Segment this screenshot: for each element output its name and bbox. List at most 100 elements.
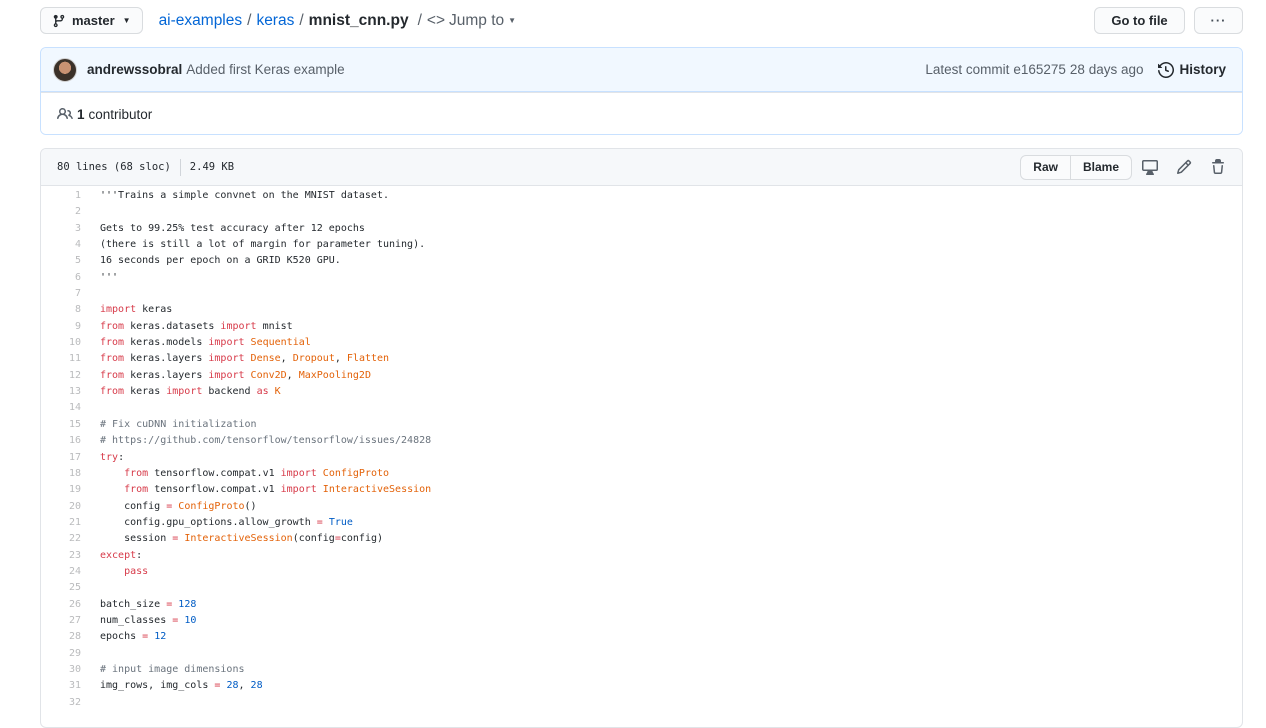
line-content: from keras.datasets import mnist bbox=[81, 319, 293, 335]
line-number[interactable]: 23 bbox=[41, 548, 81, 564]
line-content: img_rows, img_cols = 28, 28 bbox=[81, 678, 263, 694]
line-number[interactable]: 14 bbox=[41, 400, 81, 416]
line-number[interactable]: 12 bbox=[41, 368, 81, 384]
breadcrumb: ai-examples / keras / mnist_cnn.py / <> … bbox=[159, 12, 517, 30]
line-number[interactable]: 15 bbox=[41, 417, 81, 433]
commit-age: 28 days ago bbox=[1069, 62, 1144, 77]
file-navigation: master ▼ ai-examples / keras / mnist_cnn… bbox=[40, 7, 1243, 34]
line-number[interactable]: 10 bbox=[41, 335, 81, 351]
commit-author-link[interactable]: andrewssobral bbox=[87, 62, 182, 77]
caret-down-icon: ▼ bbox=[508, 16, 517, 25]
code-token: Sequential bbox=[250, 337, 311, 349]
code-token: ConfigProto bbox=[322, 467, 390, 479]
line-number[interactable]: 25 bbox=[41, 580, 81, 596]
line-number[interactable]: 3 bbox=[41, 221, 81, 237]
blame-button[interactable]: Blame bbox=[1070, 154, 1132, 180]
code-line: 20 config = ConfigProto() bbox=[41, 499, 1242, 515]
line-number[interactable]: 2 bbox=[41, 204, 81, 220]
code-token: from bbox=[100, 353, 125, 365]
line-number[interactable]: 13 bbox=[41, 384, 81, 400]
code-token: mnist bbox=[256, 320, 293, 332]
code-line: 9 from keras.datasets import mnist bbox=[41, 319, 1242, 335]
branch-name: master bbox=[72, 13, 115, 28]
code-line: 24 pass bbox=[41, 564, 1242, 580]
line-number[interactable]: 20 bbox=[41, 499, 81, 515]
line-number[interactable]: 27 bbox=[41, 613, 81, 629]
line-content: from keras import backend as K bbox=[81, 384, 281, 400]
code-token: except bbox=[100, 549, 137, 561]
trash-icon[interactable] bbox=[1210, 159, 1226, 175]
breadcrumb-current-file: mnist_cnn.py bbox=[308, 11, 409, 29]
avatar[interactable] bbox=[53, 57, 77, 82]
go-to-file-button[interactable]: Go to file bbox=[1094, 7, 1185, 34]
code-token: img_rows, img_cols bbox=[100, 680, 215, 692]
line-number[interactable]: 28 bbox=[41, 629, 81, 645]
history-link[interactable]: History bbox=[1158, 61, 1226, 78]
line-number[interactable]: 32 bbox=[41, 695, 81, 711]
code-token: ''' bbox=[100, 271, 119, 283]
code-token: backend bbox=[202, 386, 257, 398]
line-content bbox=[81, 204, 100, 220]
raw-button[interactable]: Raw bbox=[1020, 154, 1071, 180]
breadcrumb-folder-link[interactable]: keras bbox=[256, 12, 294, 30]
more-options-button[interactable]: ··· bbox=[1194, 7, 1243, 34]
line-number[interactable]: 21 bbox=[41, 515, 81, 531]
line-number[interactable]: 26 bbox=[41, 597, 81, 613]
branch-select-button[interactable]: master ▼ bbox=[40, 7, 143, 34]
code-token: (there is still a lot of margin for para… bbox=[100, 239, 426, 251]
line-number[interactable]: 30 bbox=[41, 662, 81, 678]
pencil-icon[interactable] bbox=[1176, 159, 1192, 175]
code-line: 14 bbox=[41, 400, 1242, 416]
code-token: : bbox=[136, 549, 143, 561]
line-number[interactable]: 5 bbox=[41, 253, 81, 269]
code-line: 29 bbox=[41, 646, 1242, 662]
line-content: from keras.layers import Conv2D, MaxPool… bbox=[81, 368, 371, 384]
line-number[interactable]: 11 bbox=[41, 351, 81, 367]
code-token: keras bbox=[136, 304, 173, 316]
line-content bbox=[81, 400, 100, 416]
code-token: 128 bbox=[178, 598, 197, 610]
line-number[interactable]: 8 bbox=[41, 302, 81, 318]
line-number[interactable]: 17 bbox=[41, 450, 81, 466]
commit-message-link[interactable]: Added first Keras example bbox=[186, 62, 344, 77]
line-number[interactable]: 24 bbox=[41, 564, 81, 580]
line-content: Gets to 99.25% test accuracy after 12 ep… bbox=[81, 221, 365, 237]
line-number[interactable]: 31 bbox=[41, 678, 81, 694]
code-token: from bbox=[124, 484, 149, 496]
line-content: pass bbox=[81, 564, 148, 580]
jump-to-menu[interactable]: <> Jump to ▼ bbox=[427, 12, 516, 30]
contributors-row[interactable]: 1 contributor bbox=[41, 92, 1242, 134]
line-number[interactable]: 4 bbox=[41, 237, 81, 253]
commit-sha-link[interactable]: e165275 bbox=[1013, 62, 1066, 77]
line-number[interactable]: 29 bbox=[41, 646, 81, 662]
code-token: import bbox=[100, 304, 137, 316]
code-line: 18 from tensorflow.compat.v1 import Conf… bbox=[41, 466, 1242, 482]
line-number[interactable]: 1 bbox=[41, 188, 81, 204]
jump-to-label: Jump to bbox=[449, 11, 505, 29]
code-token: Gets to 99.25% test accuracy after 12 ep… bbox=[100, 222, 365, 234]
line-number[interactable]: 22 bbox=[41, 531, 81, 547]
git-branch-icon bbox=[53, 14, 65, 27]
code-token: config) bbox=[340, 533, 384, 545]
code-line: 26 batch_size = 128 bbox=[41, 597, 1242, 613]
code-line: 30 # input image dimensions bbox=[41, 662, 1242, 678]
code-token: session bbox=[100, 533, 173, 545]
line-number[interactable]: 9 bbox=[41, 319, 81, 335]
code-token: 28 bbox=[226, 680, 239, 692]
line-number[interactable]: 19 bbox=[41, 482, 81, 498]
code-line: 13 from keras import backend as K bbox=[41, 384, 1242, 400]
desktop-icon[interactable] bbox=[1142, 159, 1158, 175]
commit-row: andrewssobral Added first Keras example … bbox=[41, 48, 1242, 92]
code-token: K bbox=[274, 386, 281, 398]
breadcrumb-separator: / bbox=[247, 11, 252, 29]
breadcrumb-repo-link[interactable]: ai-examples bbox=[159, 12, 243, 30]
line-content: except: bbox=[81, 548, 142, 564]
line-number[interactable]: 7 bbox=[41, 286, 81, 302]
line-number[interactable]: 6 bbox=[41, 270, 81, 286]
code-token: 12 bbox=[154, 631, 167, 643]
history-label: History bbox=[1179, 62, 1226, 77]
line-number[interactable]: 16 bbox=[41, 433, 81, 449]
line-number[interactable]: 18 bbox=[41, 466, 81, 482]
